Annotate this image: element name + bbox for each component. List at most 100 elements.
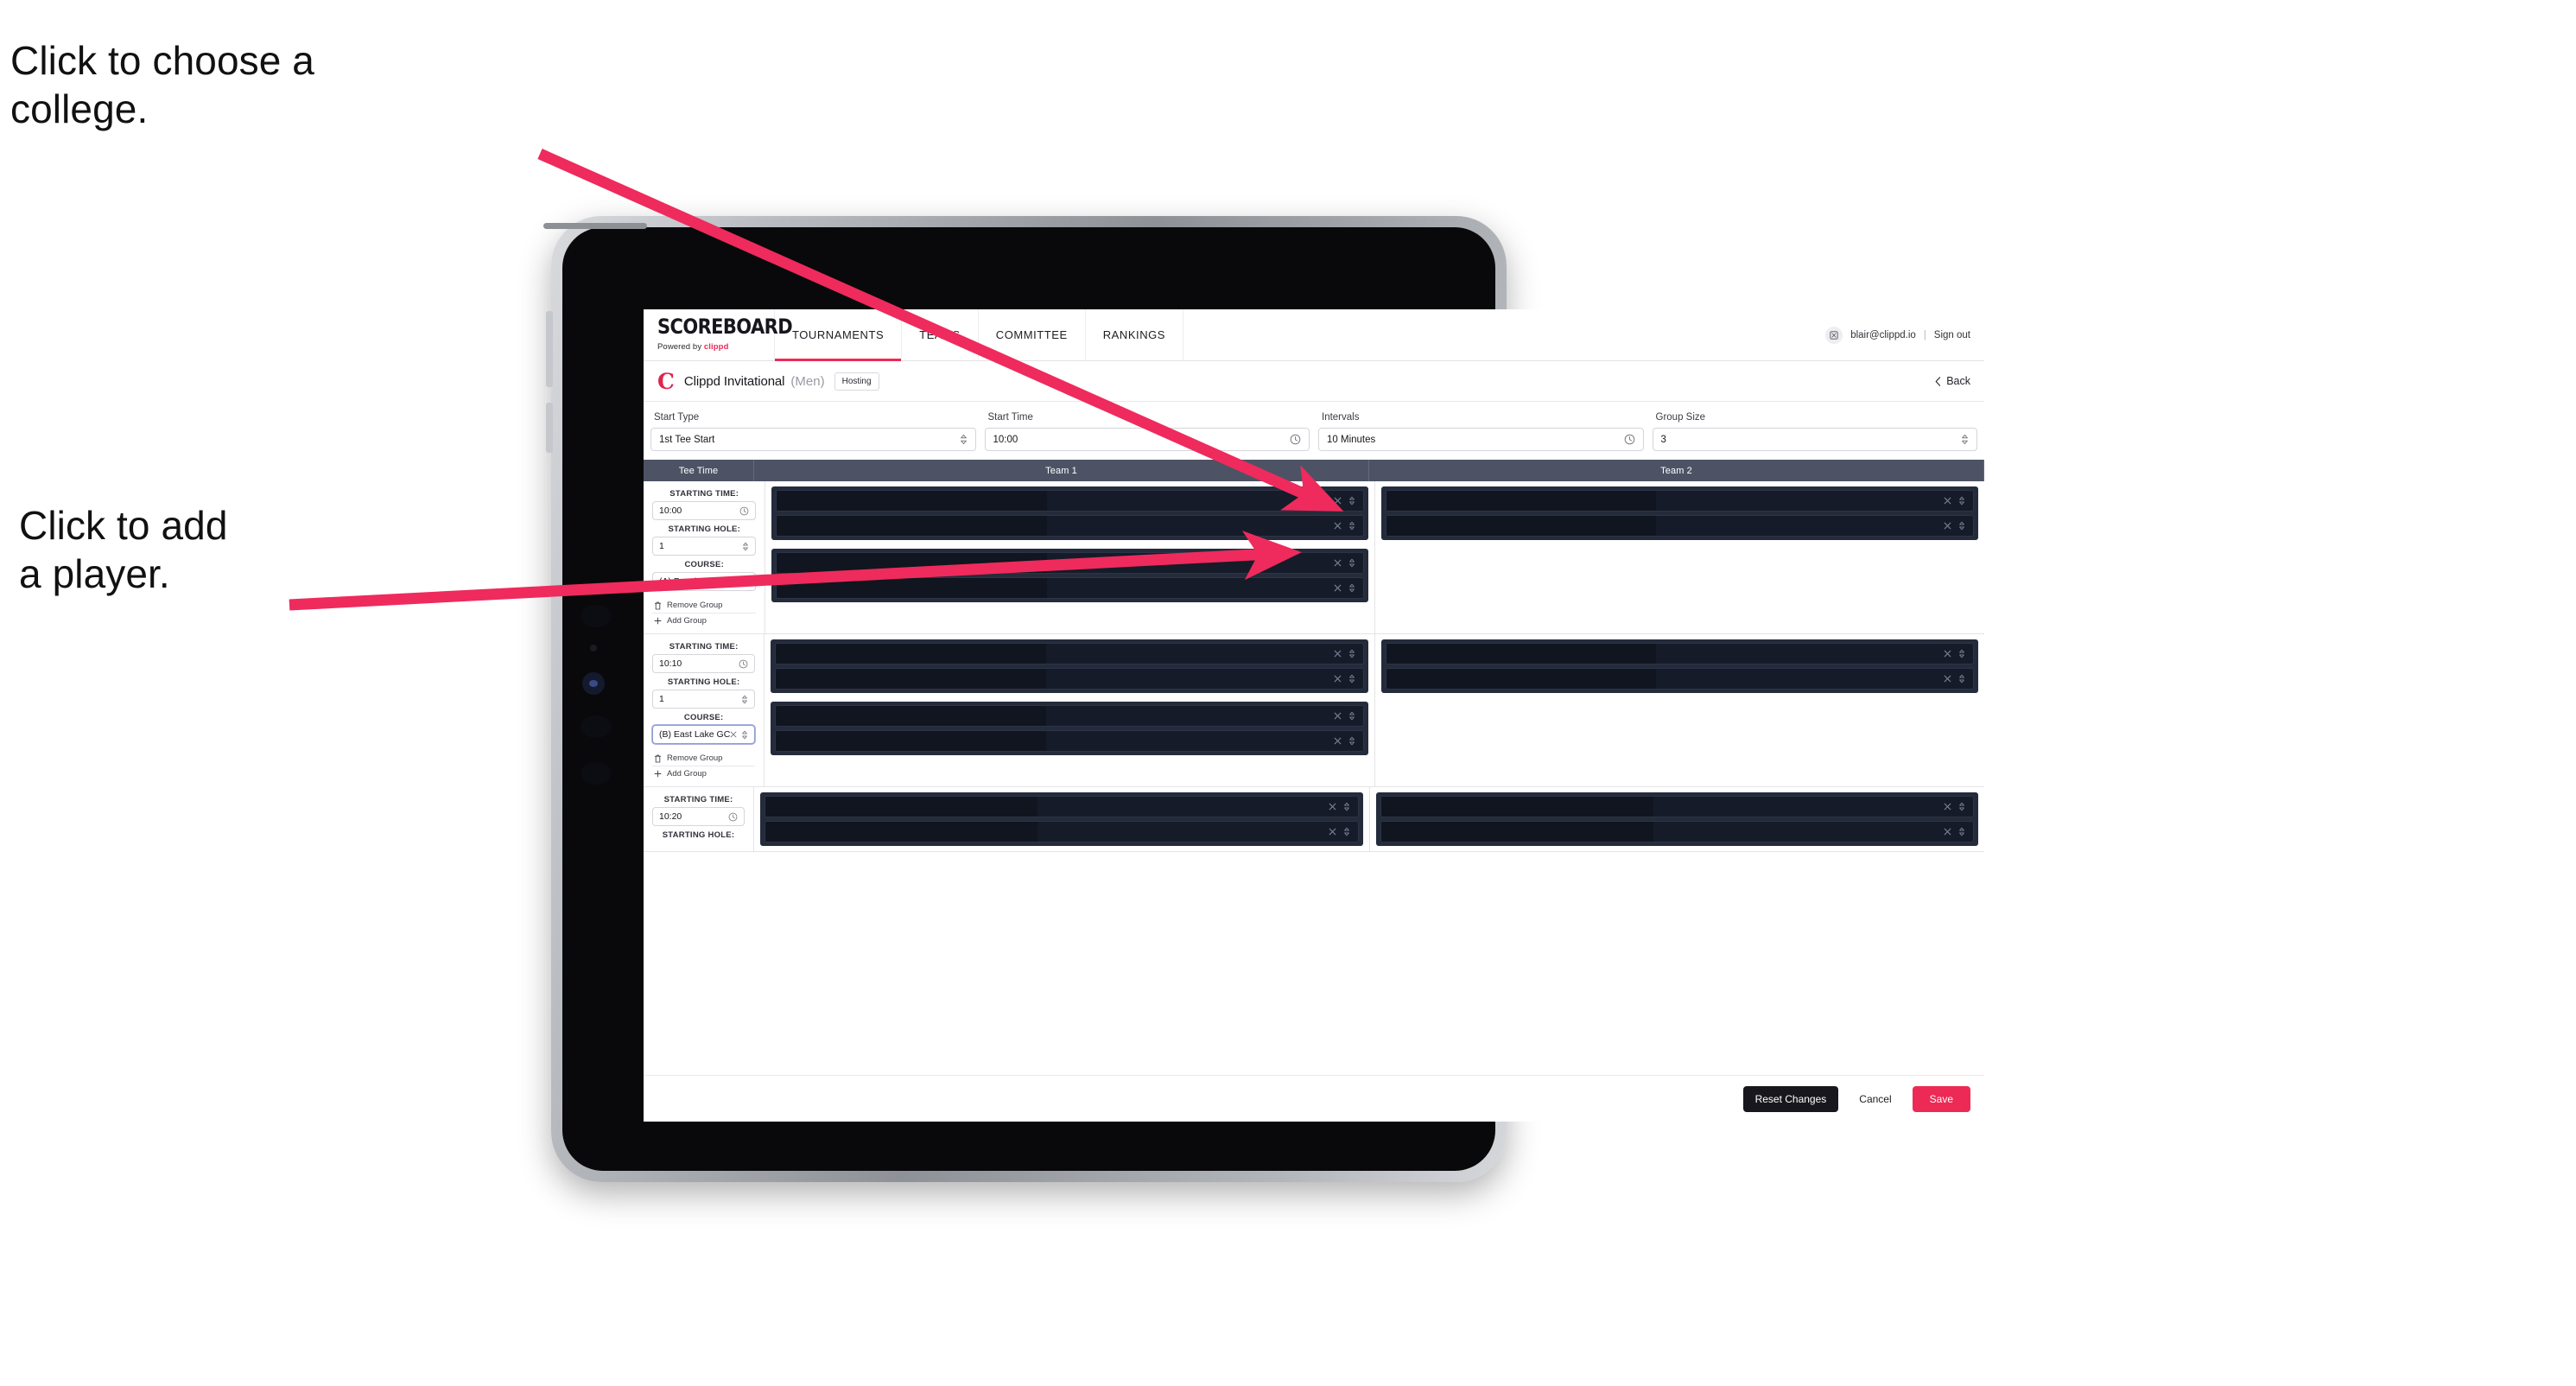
course-select[interactable]: (B) East Lake GC [652, 725, 756, 744]
close-icon[interactable] [1944, 803, 1951, 811]
nav-separator: | [1923, 329, 1926, 340]
player-slot[interactable] [1386, 490, 1975, 512]
team-1-cell [765, 634, 1375, 786]
close-icon[interactable] [1334, 559, 1342, 567]
tablet-volume-down-button[interactable] [546, 403, 553, 453]
reset-changes-button[interactable]: Reset Changes [1742, 1085, 1839, 1112]
chevron-updown-icon[interactable] [1348, 674, 1355, 683]
nav-tab-committee[interactable]: COMMITTEE [979, 309, 1086, 360]
trash-icon [654, 601, 662, 610]
remove-group-label: Remove Group [667, 601, 723, 610]
player-slot[interactable] [765, 796, 1359, 817]
chevron-updown-icon[interactable] [1348, 583, 1355, 593]
player-slot[interactable] [775, 705, 1364, 727]
player-slot[interactable] [1380, 796, 1974, 817]
chevron-updown-icon[interactable] [1348, 496, 1355, 505]
add-group-button[interactable]: Add Group [652, 614, 756, 628]
close-icon[interactable] [1334, 584, 1342, 592]
cancel-button[interactable]: Cancel [1850, 1086, 1900, 1112]
tablet-camera-lens-1 [581, 605, 612, 627]
close-icon[interactable] [1334, 650, 1342, 658]
group-size-select[interactable]: 3 [1652, 428, 1977, 451]
player-slot[interactable] [776, 552, 1365, 574]
intervals-value: 10 Minutes [1327, 434, 1376, 445]
player-slot[interactable] [775, 643, 1364, 664]
player-slot[interactable] [1385, 668, 1974, 690]
close-icon[interactable] [1944, 828, 1951, 836]
remove-group-button[interactable]: Remove Group [652, 598, 757, 614]
close-icon[interactable] [1334, 522, 1342, 530]
add-group-button[interactable]: Add Group [652, 766, 755, 781]
nav-tab-teams[interactable]: TEAMS [902, 309, 979, 360]
brand-logo[interactable]: SCOREBOARD Powered by clippd [644, 309, 793, 360]
save-button[interactable]: Save [1912, 1085, 1970, 1112]
start-time-input[interactable]: 10:00 [984, 428, 1310, 451]
remove-group-button[interactable]: Remove Group [652, 751, 756, 766]
player-slot[interactable] [776, 515, 1365, 537]
tablet-volume-up-button[interactable] [546, 311, 553, 387]
starting-hole-input[interactable]: 1 [652, 537, 757, 556]
chevron-updown-icon[interactable] [1343, 802, 1350, 811]
player-slot[interactable] [776, 577, 1365, 599]
intervals-input[interactable]: 10 Minutes [1318, 428, 1644, 451]
screenshot-root: Click to choose a college. Click to add … [0, 0, 2576, 1386]
player-slot[interactable] [1380, 821, 1974, 842]
tee-time-cell: STARTING TIME: 10:10 STARTING HOLE: 1 CO… [644, 634, 765, 786]
close-icon[interactable] [730, 731, 737, 738]
chevron-updown-icon[interactable] [1958, 674, 1965, 683]
close-icon[interactable] [1944, 497, 1951, 505]
top-navigation-bar: SCOREBOARD Powered by clippd TOURNAMENTS… [644, 309, 1984, 361]
avatar-icon[interactable] [1825, 326, 1843, 344]
starting-time-input[interactable]: 10:10 [652, 654, 756, 673]
chevron-updown-icon[interactable] [1958, 802, 1965, 811]
nav-tab-rankings[interactable]: RANKINGS [1086, 309, 1184, 360]
close-icon[interactable] [1944, 522, 1951, 530]
player-slot[interactable] [765, 821, 1359, 842]
chevron-left-icon [1935, 376, 1941, 386]
chevron-updown-icon[interactable] [1958, 496, 1965, 505]
chevron-updown-icon[interactable] [1958, 521, 1965, 531]
close-icon[interactable] [1334, 737, 1342, 745]
chevron-updown-icon[interactable] [1348, 711, 1355, 721]
chevron-updown-icon[interactable] [1343, 827, 1350, 836]
chevron-updown-icon[interactable] [741, 730, 748, 740]
field-start-time: Start Time 10:00 [984, 412, 1310, 451]
player-slot[interactable] [1385, 643, 1974, 664]
field-label: Intervals [1322, 412, 1360, 423]
close-icon[interactable] [1944, 675, 1951, 683]
back-button[interactable]: Back [1935, 375, 1970, 387]
chevron-updown-icon[interactable] [1348, 521, 1355, 531]
close-icon[interactable] [1329, 803, 1336, 811]
player-group [771, 702, 1368, 755]
starting-time-input[interactable]: 10:20 [652, 807, 745, 826]
player-group [1381, 486, 1979, 540]
close-icon[interactable] [1334, 675, 1342, 683]
course-select[interactable]: (A) Peachtree GC [652, 572, 757, 591]
filter-controls-row: Start Type 1st Tee Start Start Time 10:0… [644, 402, 1984, 460]
close-icon[interactable] [1329, 828, 1336, 836]
chevron-updown-icon[interactable] [742, 577, 749, 587]
chevron-updown-icon[interactable] [1348, 736, 1355, 746]
close-icon[interactable] [731, 578, 739, 585]
chevron-updown-icon[interactable] [1958, 649, 1965, 658]
nav-tab-tournaments[interactable]: TOURNAMENTS [775, 309, 903, 361]
chevron-updown-icon[interactable] [1348, 558, 1355, 568]
player-slot[interactable] [1386, 515, 1975, 537]
tee-time-cell: STARTING TIME: 10:00 STARTING HOLE: 1 CO… [644, 481, 766, 633]
close-icon[interactable] [1334, 497, 1342, 505]
chevron-updown-icon[interactable] [1958, 827, 1965, 836]
player-slot[interactable] [775, 668, 1364, 690]
player-slot[interactable] [775, 730, 1364, 752]
field-intervals: Intervals 10 Minutes [1318, 412, 1644, 451]
player-slot[interactable] [776, 490, 1365, 512]
close-icon[interactable] [1944, 650, 1951, 658]
course-value: (A) Peachtree GC [659, 576, 732, 587]
starting-time-value: 10:00 [659, 505, 682, 516]
tablet-sensor-dot [590, 645, 597, 652]
chevron-updown-icon[interactable] [1348, 649, 1355, 658]
starting-hole-input[interactable]: 1 [652, 690, 756, 709]
start-type-select[interactable]: 1st Tee Start [650, 428, 976, 451]
sign-out-link[interactable]: Sign out [1934, 330, 1970, 340]
close-icon[interactable] [1334, 712, 1342, 720]
starting-time-input[interactable]: 10:00 [652, 501, 757, 520]
